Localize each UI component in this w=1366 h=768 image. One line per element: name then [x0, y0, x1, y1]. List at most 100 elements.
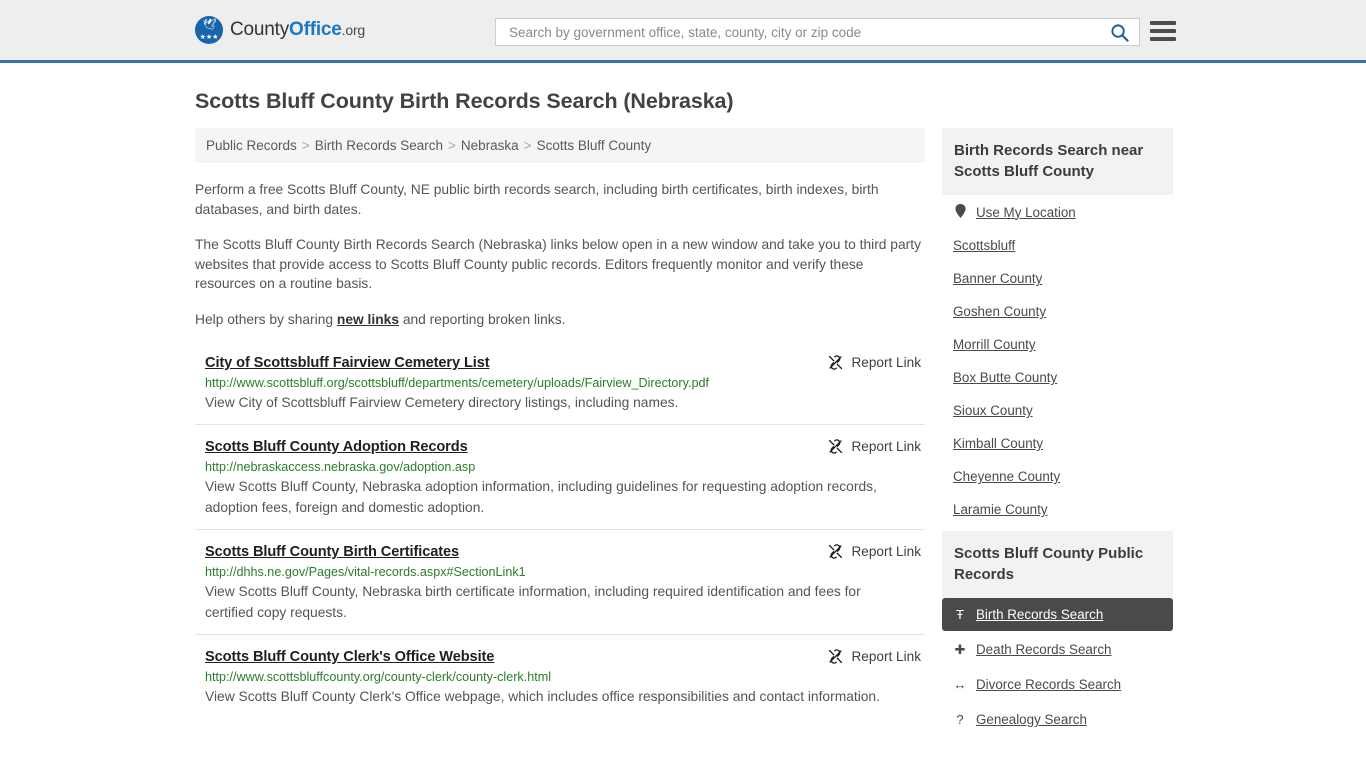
nearby-link-box-butte-county[interactable]: Box Butte County — [942, 361, 1173, 394]
report-link-label: Report Link — [851, 439, 921, 454]
nearby-link-label: Sioux County — [953, 403, 1033, 418]
nearby-link-scottsbluff[interactable]: Scottsbluff — [942, 229, 1173, 262]
nearby-list-item: Scottsbluff — [942, 229, 1173, 262]
nearby-list-item: Morrill County — [942, 328, 1173, 361]
result-item: Scotts Bluff County Clerk's Office Websi… — [195, 634, 925, 718]
nearby-list-item: Laramie County — [942, 493, 1173, 526]
new-links-link[interactable]: new links — [337, 312, 399, 327]
nearby-link-laramie-county[interactable]: Laramie County — [942, 493, 1173, 526]
public-records-link-divorce-records-search[interactable]: ↔ Divorce Records Search — [942, 668, 1173, 701]
result-url: http://www.scottsbluffcounty.org/county-… — [205, 670, 551, 684]
nearby-link-goshen-county[interactable]: Goshen County — [942, 295, 1173, 328]
result-url: http://www.scottsbluff.org/scottsbluff/d… — [205, 376, 709, 390]
nearby-link-label: Goshen County — [953, 304, 1047, 319]
logo-text-county: County — [230, 19, 290, 40]
nearby-link-sioux-county[interactable]: Sioux County — [942, 394, 1173, 427]
result-item: Scotts Bluff County Birth Certificates Re… — [195, 529, 925, 634]
nearby-link-label: Cheyenne County — [953, 469, 1061, 484]
hamburger-menu-icon[interactable] — [1150, 19, 1176, 43]
result-title-link[interactable]: City of Scottsbluff Fairview Cemetery Li… — [205, 355, 490, 371]
nearby-list-item: Banner County — [942, 262, 1173, 295]
search-bar[interactable] — [495, 18, 1140, 46]
nearby-list-item: Kimball County — [942, 427, 1173, 460]
search-button[interactable] — [1108, 23, 1131, 42]
report-link-button[interactable]: Report Link — [827, 354, 921, 371]
county-office-eagle-logo-icon: 🕊 ★★★ — [195, 16, 223, 44]
nearby-link-morrill-county[interactable]: Morrill County — [942, 328, 1173, 361]
broken-link-icon — [829, 355, 843, 370]
broken-link-icon — [829, 544, 843, 559]
public-records-heading: Scotts Bluff County Public Records — [942, 531, 1173, 598]
sidebar: Birth Records Search near Scotts Bluff C… — [942, 128, 1173, 741]
intro-paragraph-2: The Scotts Bluff County Birth Records Se… — [195, 237, 921, 291]
result-description: View Scotts Bluff County, Nebraska birth… — [205, 584, 861, 620]
cross-icon: ✚ — [954, 642, 966, 657]
public-records-list-item: ↔ Divorce Records Search — [942, 668, 1173, 701]
baby-icon: Ŧ — [956, 607, 964, 622]
breadcrumb: Public Records > Birth Records Search > Nebr… — [195, 128, 925, 163]
split-arrows-icon: ↔ — [953, 677, 967, 692]
intro-p3-after: and reporting broken links. — [399, 311, 566, 327]
result-url: http://dhhs.ne.gov/Pages/vital-records.a… — [205, 565, 526, 579]
public-records-list-item: ? Genealogy Search — [942, 703, 1173, 736]
report-link-button[interactable]: Report Link — [827, 648, 921, 665]
result-description: View Scotts Bluff County Clerk's Office … — [205, 689, 880, 704]
broken-link-icon — [829, 439, 843, 454]
nearby-link-use-my-location[interactable]: Use My Location — [942, 195, 1173, 229]
result-url: http://nebraskaccess.nebraska.gov/adopti… — [205, 460, 476, 474]
report-link-label: Report Link — [851, 355, 921, 370]
broken-link-icon — [829, 649, 843, 664]
nearby-link-label: Laramie County — [953, 502, 1048, 517]
intro-text: Perform a free Scotts Bluff County, NE p… — [195, 180, 925, 329]
site-header: 🕊 ★★★ CountyOffice.org — [0, 0, 1366, 63]
nearby-link-cheyenne-county[interactable]: Cheyenne County — [942, 460, 1173, 493]
public-records-list-item: ✚ Death Records Search — [942, 633, 1173, 666]
intro-p3-before: Help others by sharing — [195, 311, 337, 327]
public-records-list-item: Ŧ Birth Records Search — [942, 598, 1173, 631]
intro-paragraph-1: Perform a free Scotts Bluff County, NE p… — [195, 182, 879, 217]
site-logo[interactable]: 🕊 ★★★ CountyOffice.org — [195, 16, 365, 44]
nearby-link-label: Banner County — [953, 271, 1043, 286]
result-item: City of Scottsbluff Fairview Cemetery Li… — [195, 352, 925, 424]
page-title: Scotts Bluff County Birth Records Search… — [195, 89, 734, 113]
public-records-link-death-records-search[interactable]: ✚ Death Records Search — [942, 633, 1173, 666]
public-records-link-label: Birth Records Search — [976, 607, 1104, 622]
public-records-link-genealogy-search[interactable]: ? Genealogy Search — [942, 703, 1173, 736]
nearby-link-label: Use My Location — [976, 204, 1076, 220]
breadcrumb-item-3[interactable]: Nebraska — [461, 138, 519, 153]
search-icon — [1111, 23, 1129, 42]
nearby-searches-list: Use My Location Scottsbluff Banner County G… — [942, 195, 1173, 526]
nearby-list-item: Goshen County — [942, 295, 1173, 328]
logo-text-org: .org — [341, 22, 366, 38]
breadcrumb-separator: > — [301, 138, 310, 153]
nearby-link-label: Kimball County — [953, 436, 1044, 451]
nearby-link-banner-county[interactable]: Banner County — [942, 262, 1173, 295]
logo-text-office: Office — [289, 19, 342, 40]
nearby-link-label: Box Butte County — [953, 370, 1058, 385]
intro-paragraph-3: Help others by sharing new links and rep… — [195, 310, 925, 330]
result-description: View City of Scottsbluff Fairview Cemete… — [205, 395, 679, 410]
result-description: View Scotts Bluff County, Nebraska adopt… — [205, 479, 877, 515]
breadcrumb-item-2[interactable]: Birth Records Search — [315, 138, 443, 153]
breadcrumb-item-4[interactable]: Scotts Bluff County — [537, 138, 652, 153]
result-title-link[interactable]: Scotts Bluff County Adoption Records — [205, 439, 468, 455]
results-list: City of Scottsbluff Fairview Cemetery Li… — [195, 352, 925, 718]
search-input[interactable] — [507, 23, 1108, 41]
nearby-searches-box: Birth Records Search near Scotts Bluff C… — [942, 128, 1173, 526]
nearby-list-item: Cheyenne County — [942, 460, 1173, 493]
nearby-link-kimball-county[interactable]: Kimball County — [942, 427, 1173, 460]
public-records-link-label: Divorce Records Search — [976, 677, 1122, 692]
report-link-button[interactable]: Report Link — [827, 543, 921, 560]
report-link-label: Report Link — [851, 544, 921, 559]
result-title-link[interactable]: Scotts Bluff County Clerk's Office Websi… — [205, 649, 494, 665]
content-columns: Public Records > Birth Records Search > Nebr… — [195, 128, 1173, 741]
report-link-button[interactable]: Report Link — [827, 438, 921, 455]
logo-text: CountyOffice.org — [230, 19, 365, 41]
breadcrumb-separator: > — [523, 138, 532, 153]
main-column: Public Records > Birth Records Search > Nebr… — [195, 128, 925, 741]
breadcrumb-item-1[interactable]: Public Records — [206, 138, 297, 153]
public-records-link-birth-records-search[interactable]: Ŧ Birth Records Search — [942, 598, 1173, 631]
report-link-label: Report Link — [851, 649, 921, 664]
result-title-link[interactable]: Scotts Bluff County Birth Certificates — [205, 544, 459, 560]
nearby-searches-heading: Birth Records Search near Scotts Bluff C… — [942, 128, 1173, 195]
